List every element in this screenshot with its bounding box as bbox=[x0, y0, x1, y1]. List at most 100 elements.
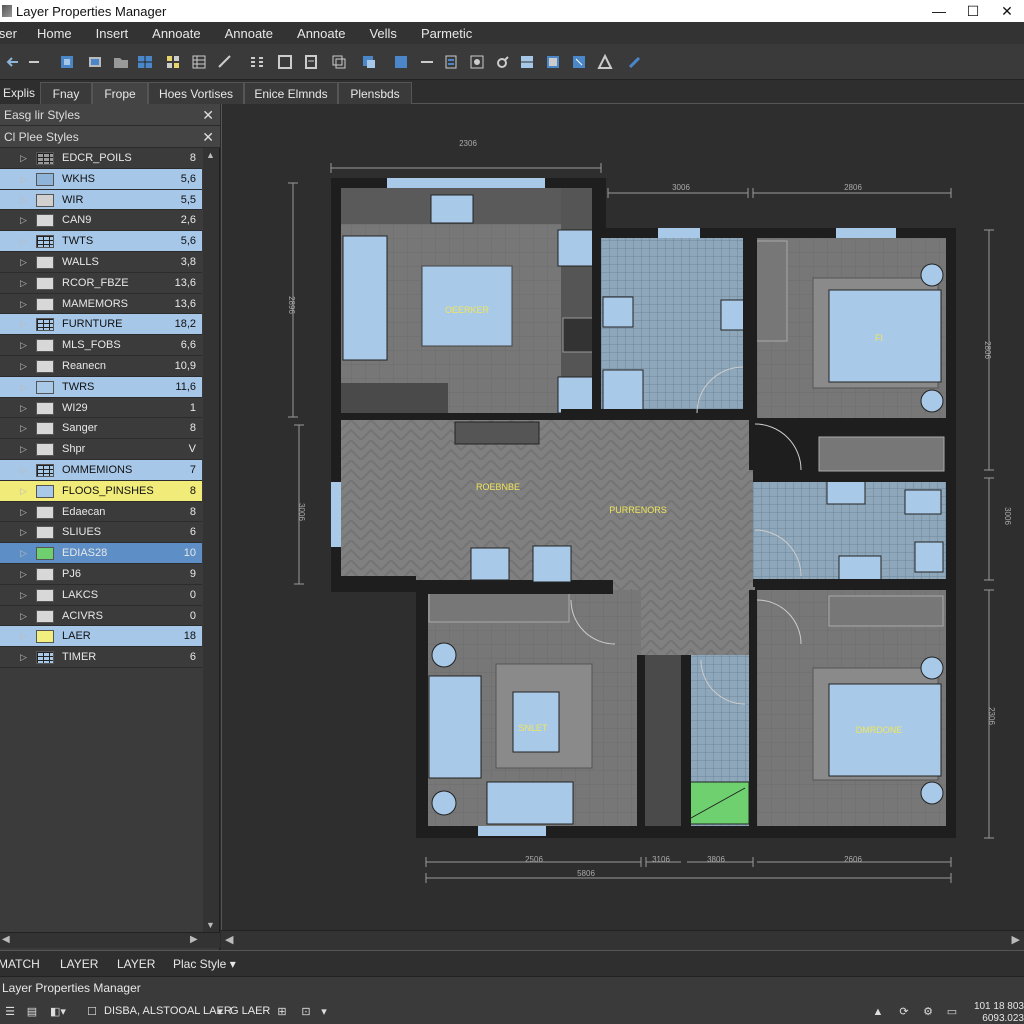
scroll-right-icon[interactable]: ▶ bbox=[1012, 933, 1020, 946]
layer-color-swatch[interactable] bbox=[36, 401, 54, 415]
layer-row[interactable]: ▷ ACIVRS 0 bbox=[0, 606, 202, 627]
tab-plensbds[interactable]: Plensbds bbox=[338, 82, 412, 104]
layer-color-swatch[interactable] bbox=[36, 214, 54, 228]
expand-arrow-icon[interactable]: ▷ bbox=[20, 481, 27, 501]
menu-item-annotate-1[interactable]: Annoate bbox=[152, 26, 200, 41]
image-insert-icon[interactable] bbox=[468, 53, 486, 71]
layer-color-swatch[interactable] bbox=[36, 443, 54, 457]
maximize-button[interactable]: ☐ bbox=[956, 0, 990, 22]
layer-walk-icon[interactable] bbox=[570, 53, 588, 71]
expand-arrow-icon[interactable]: ▷ bbox=[20, 252, 27, 272]
horizontal-scrollbar[interactable]: ◀ ▶ bbox=[0, 932, 220, 948]
expand-arrow-icon[interactable]: ▷ bbox=[20, 356, 27, 376]
block-icon[interactable] bbox=[164, 53, 182, 71]
layer-button-1[interactable]: LAYER bbox=[60, 957, 98, 971]
expand-arrow-icon[interactable]: ▷ bbox=[20, 210, 27, 230]
expand-arrow-icon[interactable]: ▷ bbox=[20, 169, 27, 189]
drawing-canvas[interactable]: OEERKER FI ROEBNBE PURRENORS SNLET DMRDONE 23… bbox=[221, 104, 1024, 950]
copy-icon[interactable] bbox=[330, 53, 348, 71]
tab-enice-elmnds[interactable]: Enice Elmnds bbox=[244, 82, 338, 104]
table-icon[interactable] bbox=[190, 53, 208, 71]
layer-row[interactable]: ▷ Shpr V bbox=[0, 439, 202, 460]
close-icon[interactable]: ✕ bbox=[202, 126, 214, 148]
layer-color-swatch[interactable] bbox=[36, 297, 54, 311]
chevron-up-icon[interactable]: ▲ bbox=[870, 1005, 886, 1019]
expand-arrow-icon[interactable]: ▷ bbox=[20, 314, 27, 334]
menu-item-annotate-2[interactable]: Annoate bbox=[225, 26, 273, 41]
layer-color-swatch[interactable] bbox=[36, 651, 54, 665]
settings-icon[interactable]: ⚙ bbox=[920, 1005, 936, 1019]
layer-row[interactable]: ▷ TWRS 11,6 bbox=[0, 376, 202, 398]
place-style-dropdown[interactable]: Plac Style ▾ bbox=[173, 957, 236, 971]
match-button[interactable]: MATCH bbox=[0, 957, 40, 971]
tab-frope[interactable]: Frope bbox=[92, 82, 148, 104]
canvas-horizontal-scrollbar[interactable]: ◀ ▶ bbox=[221, 930, 1024, 950]
layer-row[interactable]: ▷ PJ6 9 bbox=[0, 564, 202, 585]
layer-state-icon[interactable] bbox=[86, 53, 104, 71]
screen-icon[interactable]: ▭ bbox=[944, 1005, 960, 1019]
status-checkbox[interactable]: ☐ bbox=[84, 1005, 100, 1019]
layer-row[interactable]: ▷ FLOOS_PINSHES 8 bbox=[0, 480, 202, 502]
scroll-up-icon[interactable]: ▲ bbox=[206, 150, 215, 160]
layer-color-swatch[interactable] bbox=[36, 630, 54, 644]
layer-color-swatch[interactable] bbox=[36, 505, 54, 519]
calendar-icon[interactable]: ▤ bbox=[24, 1005, 40, 1019]
expand-arrow-icon[interactable]: ▷ bbox=[20, 626, 27, 646]
expand-arrow-icon[interactable]: ▷ bbox=[20, 647, 27, 667]
back-arrow-icon[interactable] bbox=[4, 53, 22, 71]
layer-color-swatch[interactable] bbox=[36, 193, 54, 207]
layer-row[interactable]: ▷ WI29 1 bbox=[0, 398, 202, 419]
layer-row[interactable]: ▷ EDIAS28 10 bbox=[0, 543, 202, 564]
layer-color-swatch[interactable] bbox=[36, 235, 54, 249]
layer-color-swatch[interactable] bbox=[36, 567, 54, 581]
menu-item-insert[interactable]: Insert bbox=[96, 26, 129, 41]
expand-arrow-icon[interactable]: ▷ bbox=[20, 273, 27, 293]
folder-icon[interactable] bbox=[112, 53, 130, 71]
layer-row[interactable]: ▷ Sanger 8 bbox=[0, 418, 202, 440]
expand-arrow-icon[interactable]: ▷ bbox=[20, 502, 27, 522]
expand-arrow-icon[interactable]: ▷ bbox=[20, 231, 27, 251]
layer-row[interactable]: ▷ OMMEMIONS 7 bbox=[0, 459, 202, 481]
expand-arrow-icon[interactable]: ▷ bbox=[20, 439, 27, 459]
expand-arrow-icon[interactable]: ▷ bbox=[20, 606, 27, 626]
menu-item-annotate-3[interactable]: Annoate bbox=[297, 26, 345, 41]
layer-color-swatch[interactable] bbox=[36, 276, 54, 290]
sync-icon[interactable]: ⟳ bbox=[896, 1005, 912, 1019]
expand-arrow-icon[interactable]: ▷ bbox=[20, 543, 27, 563]
undo-icon[interactable] bbox=[26, 53, 44, 71]
expand-arrow-icon[interactable]: ▷ bbox=[20, 460, 27, 480]
layer-color-swatch[interactable] bbox=[36, 422, 54, 436]
layer-row[interactable]: ▷ WALLS 3,8 bbox=[0, 252, 202, 273]
expand-arrow-icon[interactable]: ▷ bbox=[20, 294, 27, 314]
menu-item-views[interactable]: Vells bbox=[369, 26, 396, 41]
layer-color-swatch[interactable] bbox=[36, 172, 54, 186]
scroll-left-icon[interactable]: ◀ bbox=[2, 934, 10, 945]
layer-copy-icon[interactable] bbox=[392, 53, 410, 71]
dropdown-icon[interactable]: ▾ bbox=[316, 1005, 332, 1019]
array-icon[interactable] bbox=[248, 53, 266, 71]
grid-icon[interactable] bbox=[136, 53, 154, 71]
layer-list-icon[interactable]: ☰ bbox=[2, 1005, 18, 1019]
layer-row[interactable]: ▷ RCOR_FBZE 13,6 bbox=[0, 273, 202, 294]
scroll-down-icon[interactable]: ▼ bbox=[206, 920, 215, 930]
scroll-right-icon[interactable]: ▶ bbox=[190, 934, 198, 945]
menu-item-home[interactable]: Home bbox=[37, 26, 72, 41]
image-icon[interactable] bbox=[276, 53, 294, 71]
layer-row[interactable]: ▷ TIMER 6 bbox=[0, 647, 202, 668]
print-icon[interactable] bbox=[302, 53, 320, 71]
layer-color-swatch[interactable] bbox=[36, 547, 54, 561]
line-icon[interactable] bbox=[418, 53, 436, 71]
expand-arrow-icon[interactable]: ▷ bbox=[20, 418, 27, 438]
expand-arrow-icon[interactable]: ▷ bbox=[20, 522, 27, 542]
menu-item-parametric[interactable]: Parmetic bbox=[421, 26, 472, 41]
warning-icon[interactable] bbox=[596, 53, 614, 71]
layer-row[interactable]: ▷ LAER 18 bbox=[0, 626, 202, 648]
layer-row[interactable]: ▷ LAKCS 0 bbox=[0, 585, 202, 606]
tab-explis[interactable]: Explis bbox=[0, 82, 40, 104]
pencil-icon[interactable] bbox=[626, 53, 644, 71]
layer-icon[interactable] bbox=[58, 53, 76, 71]
tab-hoes-vortises[interactable]: Hoes Vortises bbox=[148, 82, 244, 104]
layer-row[interactable]: ▷ MLS_FOBS 6,6 bbox=[0, 335, 202, 356]
close-icon[interactable]: ✕ bbox=[202, 104, 214, 126]
expand-arrow-icon[interactable]: ▷ bbox=[20, 377, 27, 397]
